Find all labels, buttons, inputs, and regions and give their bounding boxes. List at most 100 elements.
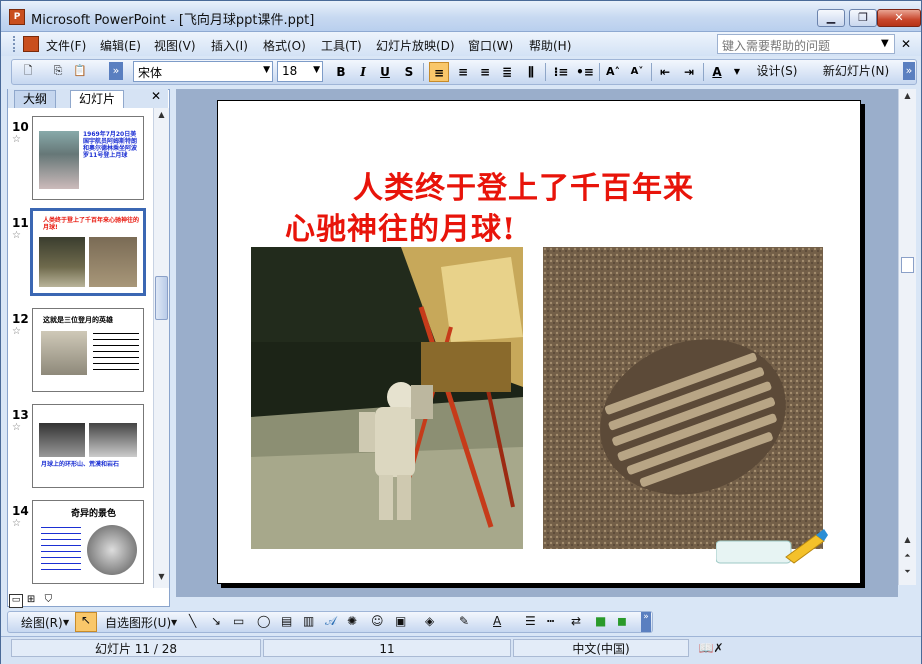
scroll-down-icon[interactable]: ▲ <box>901 535 914 549</box>
clipart-icon[interactable]: ☺ <box>371 614 384 628</box>
chevron-down-icon[interactable]: ▼ <box>881 38 889 49</box>
design-button[interactable]: 设计(S) <box>747 62 807 80</box>
font-color-button[interactable]: A <box>707 62 727 82</box>
help-search-input[interactable]: 键入需要帮助的问题 <box>717 34 895 54</box>
status-slide-position: 幻灯片 11 / 28 <box>11 639 261 657</box>
toolbar-options-icon[interactable]: » <box>109 62 123 80</box>
wordart-icon[interactable]: 𝒜 <box>325 614 336 629</box>
minimize-button[interactable]: ▁ <box>817 9 845 27</box>
increase-indent-icon[interactable]: ⇥ <box>679 62 699 82</box>
decrease-font-button[interactable]: A˅ <box>627 62 647 82</box>
italic-button[interactable]: I <box>353 62 373 82</box>
toolbar-options-icon[interactable]: » <box>903 62 915 80</box>
chevron-down-icon[interactable]: ▼ <box>727 62 747 82</box>
font-color-icon[interactable]: A <box>493 614 501 628</box>
line-color-icon[interactable]: ✎ <box>459 614 469 628</box>
line-tool-icon[interactable]: ╲ <box>189 614 196 628</box>
menu-slideshow[interactable]: 幻灯片放映(D) <box>376 37 455 54</box>
separator <box>423 63 424 81</box>
rectangle-tool-icon[interactable]: ▭ <box>233 614 244 628</box>
paste-icon[interactable]: 📋 <box>71 62 89 80</box>
vertical-textbox-icon[interactable]: ▥ <box>303 614 314 628</box>
thumb-photo <box>89 237 137 287</box>
oval-tool-icon[interactable]: ◯ <box>257 614 270 628</box>
slide-title-line1[interactable]: 人类终于登上了千百年来 <box>353 163 694 207</box>
menu-tools[interactable]: 工具(T) <box>321 37 362 54</box>
slide-thumbnail-10[interactable]: 1969年7月20日美国宇航员阿姆斯特朗和奥尔德林乘坐阿波罗11号登上月球 <box>32 116 144 200</box>
normal-view-icon[interactable]: ▭ <box>9 594 23 608</box>
scroll-thumb[interactable] <box>901 257 914 273</box>
panel-scrollbar[interactable]: ▲ ▼ <box>153 108 169 588</box>
scroll-down-icon[interactable]: ▼ <box>155 572 168 586</box>
next-slide-icon[interactable]: ⏷ <box>901 567 914 581</box>
arrow-tool-icon[interactable]: ↘ <box>211 614 221 628</box>
transition-star-icon: ☆ <box>12 134 21 145</box>
chevron-down-icon[interactable]: ▼ <box>63 618 69 627</box>
select-pointer-icon[interactable]: ↖ <box>75 612 97 632</box>
scroll-thumb[interactable] <box>155 276 168 320</box>
bold-button[interactable]: B <box>331 62 351 82</box>
slideshow-view-icon[interactable]: ⛉ <box>45 594 59 608</box>
diagram-icon[interactable]: ✺ <box>347 614 357 628</box>
scroll-up-icon[interactable]: ▲ <box>155 110 168 124</box>
draw-menu-button[interactable]: 绘图(R) <box>21 614 63 631</box>
font-name-select[interactable]: 宋体 ▼ <box>133 61 273 82</box>
maximize-button[interactable]: ❐ <box>849 9 877 27</box>
dash-style-icon[interactable]: ┅ <box>547 614 554 628</box>
spellcheck-icon[interactable]: 📖✗ <box>691 639 731 657</box>
powerpoint-app-icon[interactable]: P <box>9 9 25 25</box>
shadow-style-icon[interactable]: ■ <box>595 614 606 628</box>
menu-edit[interactable]: 编辑(E) <box>100 37 141 54</box>
scroll-up-icon[interactable]: ▲ <box>901 91 914 105</box>
justify-icon[interactable]: ≣ <box>497 62 517 82</box>
increase-font-button[interactable]: A˄ <box>603 62 623 82</box>
menu-help[interactable]: 帮助(H) <box>529 37 571 54</box>
underline-button[interactable]: U <box>375 62 395 82</box>
tab-outline[interactable]: 大纲 <box>14 90 57 108</box>
toolbar-options-icon[interactable]: » <box>641 612 651 632</box>
menu-file[interactable]: 文件(F) <box>46 37 86 54</box>
decrease-indent-icon[interactable]: ⇤ <box>655 62 675 82</box>
prev-slide-icon[interactable]: ⏶ <box>901 551 914 565</box>
slide-thumbnail-12[interactable]: 这就是三位登月的英雄 <box>32 308 144 392</box>
font-size-select[interactable]: 18 ▼ <box>277 61 323 82</box>
align-right-icon[interactable]: ≡ <box>475 62 495 82</box>
shadow-button[interactable]: S <box>399 62 419 82</box>
slide-thumbnail-14[interactable]: 奇异的景色 <box>32 500 144 584</box>
slide-scrollbar[interactable]: ▲ ▲ ⏶ ⏷ <box>898 89 916 585</box>
menu-insert[interactable]: 插入(I) <box>211 37 248 54</box>
menu-view[interactable]: 视图(V) <box>154 37 196 54</box>
bullets-icon[interactable]: •≡ <box>575 62 595 82</box>
line-style-icon[interactable]: ☰ <box>525 614 536 628</box>
thumb-text: 月球上的环形山、荒漠和岩石 <box>41 461 120 468</box>
chevron-down-icon[interactable]: ▼ <box>171 618 177 627</box>
close-doc-icon[interactable]: ✕ <box>901 37 911 51</box>
close-panel-icon[interactable]: ✕ <box>151 89 161 103</box>
sorter-view-icon[interactable]: ⊞ <box>27 594 41 608</box>
new-slide-button[interactable]: 新幻灯片(N) <box>813 62 899 80</box>
fill-color-icon[interactable]: ◈ <box>425 614 434 628</box>
arrow-style-icon[interactable]: ⇄ <box>571 614 581 628</box>
slide-thumbnail-13[interactable]: 月球上的环形山、荒漠和岩石 <box>32 404 144 488</box>
slide-title-line2[interactable]: 心驰神往的月球! <box>285 204 516 248</box>
3d-style-icon[interactable]: ◼ <box>617 614 627 628</box>
slide-thumbnail-11[interactable]: 人类终于登上了千百年来心驰神往的月球! <box>30 208 146 296</box>
column-align-icon[interactable]: ⫼ <box>521 62 541 82</box>
menu-format[interactable]: 格式(O) <box>263 37 306 54</box>
textbox-tool-icon[interactable]: ▤ <box>281 614 292 628</box>
close-window-button[interactable]: ✕ <box>877 9 921 27</box>
insert-picture-icon[interactable]: ▣ <box>395 614 406 628</box>
menu-grip[interactable] <box>13 36 17 52</box>
numbering-icon[interactable]: ⁝≡ <box>551 62 571 82</box>
astronaut-photo[interactable] <box>251 247 523 549</box>
tab-slides[interactable]: 幻灯片 <box>70 90 125 108</box>
doc-icon[interactable] <box>23 36 39 52</box>
align-left-icon[interactable]: ≡ <box>429 62 449 82</box>
autoshapes-button[interactable]: 自选图形(U) <box>105 614 171 631</box>
copy-icon[interactable]: ⎘ <box>49 62 67 80</box>
footprint-photo[interactable] <box>543 247 823 549</box>
thumb-photo <box>39 237 85 287</box>
menu-window[interactable]: 窗口(W) <box>468 37 513 54</box>
align-center-icon[interactable]: ≡ <box>453 62 473 82</box>
new-doc-icon[interactable]: 🗋 <box>19 62 37 80</box>
